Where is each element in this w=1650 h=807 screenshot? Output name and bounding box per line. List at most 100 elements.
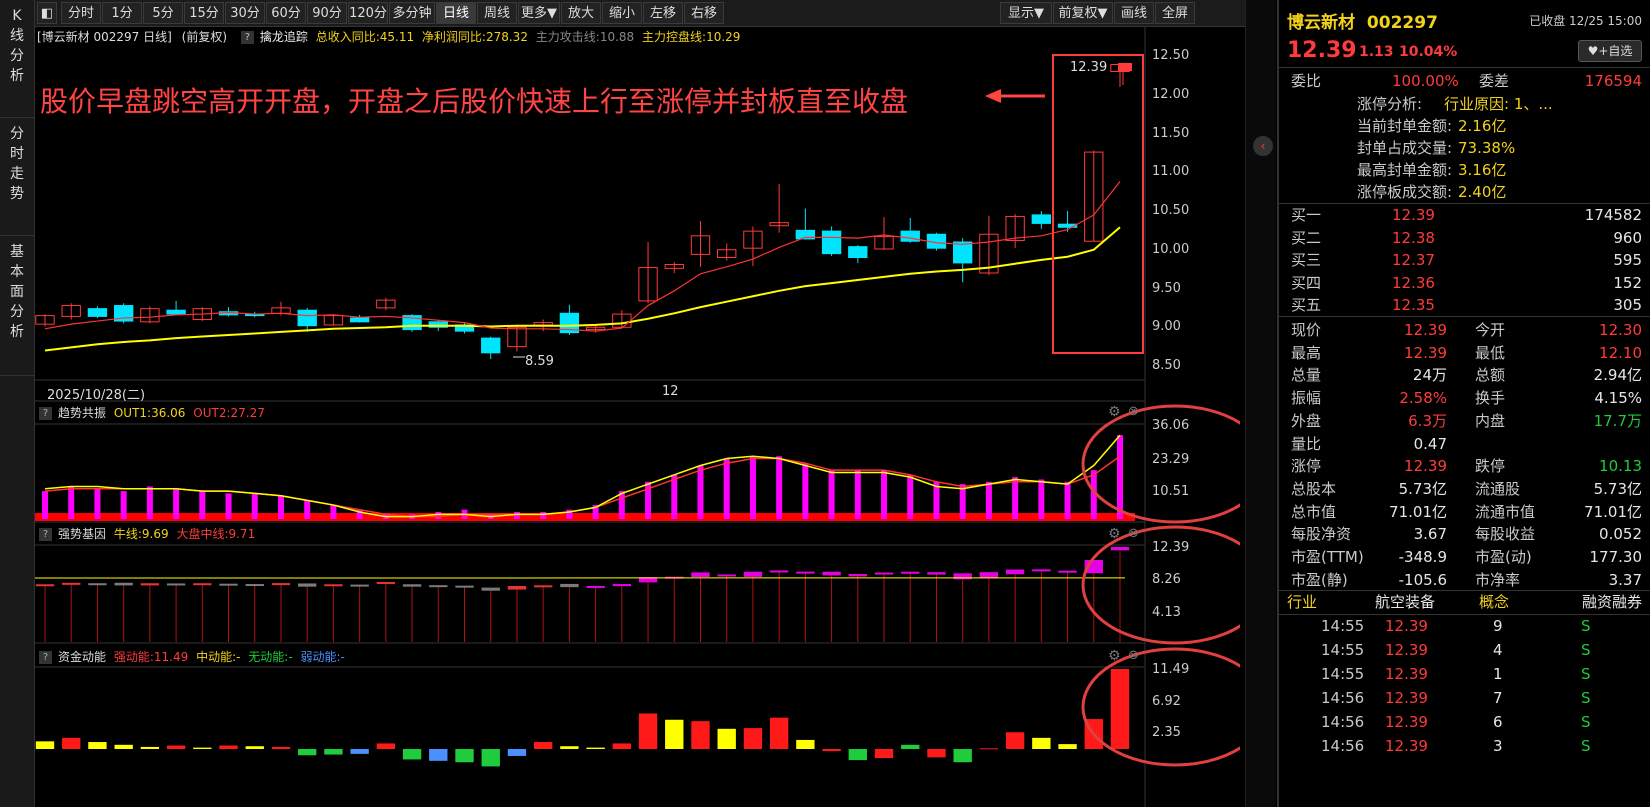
margin-label[interactable]: 融资融券 xyxy=(1582,590,1642,614)
bid-volume: 595 xyxy=(1613,251,1642,269)
date-mid-label: 12 xyxy=(662,384,679,399)
period-button[interactable]: 5分 xyxy=(143,2,183,24)
concept-label[interactable]: 概念 xyxy=(1479,590,1509,614)
quote-value: 3.67 xyxy=(1413,525,1447,544)
period-button[interactable]: 放大 xyxy=(561,2,601,24)
panel1-axis-label: 10.51 xyxy=(1152,484,1190,499)
panel3-bar xyxy=(62,737,81,749)
add-favorite-button[interactable]: ♥+自选 xyxy=(1578,40,1642,62)
panel1-bar xyxy=(723,458,730,519)
panel2-box xyxy=(35,584,55,587)
panel3-weak: 弱动能:- xyxy=(300,650,345,664)
period-button[interactable]: 30分 xyxy=(225,2,265,24)
panel2-box xyxy=(507,585,527,590)
collapse-right-icon[interactable]: ‹ xyxy=(1253,136,1273,156)
panel1-help-icon[interactable]: ? xyxy=(39,407,52,420)
panel3-bar xyxy=(665,719,684,749)
quote-row: 市盈(TTM) -348.9 市盈(动) 177.30 xyxy=(1279,545,1650,569)
period-button[interactable]: 更多▼ xyxy=(518,2,560,24)
period-button[interactable]: 15分 xyxy=(184,2,224,24)
seal-amount-label: 当前封单金额: xyxy=(1357,117,1453,135)
toolbar-right-button[interactable]: 显示▼ xyxy=(1000,2,1052,24)
panel3-bar xyxy=(979,748,999,750)
panel1-out2: OUT2:27.27 xyxy=(193,406,265,420)
panel1-bar xyxy=(881,470,888,519)
bid-price: 12.37 xyxy=(1392,251,1435,269)
candle-body xyxy=(297,309,317,327)
panel2-help-icon[interactable]: ? xyxy=(39,528,52,541)
panel1-out2-line xyxy=(44,455,1121,518)
panel1-close-icon[interactable]: ⊗ xyxy=(1128,404,1139,419)
panel1-header: ? 趋势共振 OUT1:36.06 OUT2:27.27 xyxy=(35,403,265,423)
panel2-box xyxy=(796,571,815,574)
period-button[interactable]: 分时 xyxy=(61,2,101,24)
period-button[interactable]: 日线 xyxy=(436,2,476,24)
tab-fundamentals[interactable]: 基本面分析 xyxy=(0,236,34,376)
tick-row: 14:56 12.39 6 S xyxy=(1279,710,1650,734)
panel2-box xyxy=(271,583,291,586)
period-button[interactable]: 1分 xyxy=(102,2,142,24)
left-sidebar: K线分析 分时走势 基本面分析 xyxy=(0,0,35,807)
panel2-box xyxy=(324,584,343,587)
panel3-bar xyxy=(953,749,972,763)
period-button[interactable]: 周线 xyxy=(477,2,517,24)
period-button[interactable]: 左移 xyxy=(643,2,683,24)
tick-row: 14:55 12.39 1 S xyxy=(1279,662,1650,686)
tick-price: 12.39 xyxy=(1385,641,1428,659)
panel3-close-icon[interactable]: ⊗ xyxy=(1128,648,1139,663)
industry-value[interactable]: 航空装备 xyxy=(1375,590,1435,614)
price-change-pct: 10.04% xyxy=(1399,44,1458,60)
bid-row: 买一 12.39 174582 xyxy=(1279,203,1650,227)
period-button[interactable]: 多分钟 xyxy=(389,2,435,24)
panel3-bar xyxy=(376,743,396,749)
bid-volume: 960 xyxy=(1613,228,1642,247)
bid-row: 买四 12.36 152 xyxy=(1279,271,1650,295)
toolbar-right-button[interactable]: 全屏 xyxy=(1155,2,1195,24)
panel3-help-icon[interactable]: ? xyxy=(39,651,52,664)
panel2-box xyxy=(455,585,474,588)
panel1-bar xyxy=(540,512,547,519)
period-button[interactable]: 缩小 xyxy=(602,2,642,24)
panel3-bar xyxy=(848,749,867,761)
quote-value: 2.58% xyxy=(1399,389,1447,408)
tab-timeshare[interactable]: 分时走势 xyxy=(0,118,34,236)
panel2-box xyxy=(612,584,632,587)
help-icon[interactable]: ? xyxy=(240,31,254,44)
tick-flag: S xyxy=(1581,713,1591,731)
period-button[interactable]: 60分 xyxy=(266,2,306,24)
panel3-settings-icon[interactable]: ⚙ xyxy=(1108,648,1121,664)
period-button[interactable]: 120分 xyxy=(348,2,388,24)
period-button[interactable]: 右移 xyxy=(684,2,724,24)
panel1-bar xyxy=(749,456,756,519)
panel1-bar xyxy=(120,491,127,519)
stock-title: 博云新材 002297 xyxy=(1287,8,1438,33)
limit-analysis-row[interactable]: 涨停分析: 行业原因: 1、... xyxy=(1279,92,1650,116)
quote-value: 71.01亿 xyxy=(1584,502,1642,521)
price-flag-icon xyxy=(1118,63,1132,71)
tick-volume: 6 xyxy=(1493,713,1503,731)
tab-kline-label: K线分析 xyxy=(10,8,24,84)
toolbar-right-button[interactable]: 画线 xyxy=(1114,2,1154,24)
price-axis-label: 8.50 xyxy=(1152,358,1181,373)
panel1-settings-icon[interactable]: ⚙ xyxy=(1108,404,1121,420)
toolbar-right-button[interactable]: 前复权▼ xyxy=(1053,2,1113,24)
panel2-close-icon[interactable]: ⊗ xyxy=(1128,526,1139,541)
period-button[interactable]: 90分 xyxy=(307,2,347,24)
panel2-box xyxy=(1032,569,1051,572)
tick-volume: 7 xyxy=(1493,689,1503,707)
panel1-bar xyxy=(435,512,442,519)
panel1-bar xyxy=(173,488,180,519)
panel1-bar xyxy=(251,493,258,519)
panel3-bar xyxy=(402,749,422,760)
panel2-box xyxy=(376,581,396,584)
quote-value: 12.39 xyxy=(1404,343,1447,362)
panel2-settings-icon[interactable]: ⚙ xyxy=(1108,526,1121,542)
collapse-left-icon[interactable]: ◧ xyxy=(37,2,57,24)
webi-row: 委比 100.00% 委差 176594 xyxy=(1279,69,1650,93)
panel2-bull: 牛线:9.69 xyxy=(113,527,169,541)
panel3-bar xyxy=(114,744,133,749)
chart-axis-strip xyxy=(1245,0,1276,807)
quote-row: 市盈(静) -105.6 市净率 3.37 xyxy=(1279,568,1650,592)
panel3-axis-label: 11.49 xyxy=(1152,662,1190,677)
tab-kline-analysis[interactable]: K线分析 xyxy=(0,0,34,118)
